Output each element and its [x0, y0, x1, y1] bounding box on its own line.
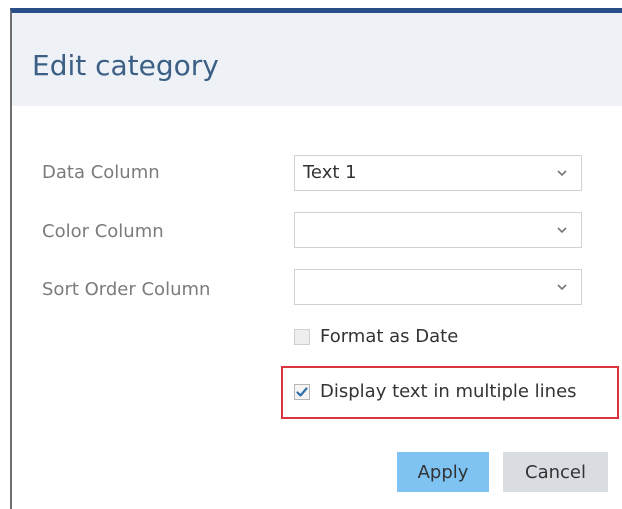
dialog-header: Edit category	[12, 13, 622, 106]
data-column-value: Text 1	[303, 162, 357, 183]
chevron-down-icon	[557, 284, 567, 291]
multiline-label: Display text in multiple lines	[320, 381, 577, 402]
apply-button[interactable]: Apply	[397, 452, 489, 492]
sort-order-column-select[interactable]	[294, 269, 582, 305]
color-column-label: Color Column	[42, 221, 164, 242]
cancel-button[interactable]: Cancel	[503, 452, 608, 492]
chevron-down-icon	[557, 170, 567, 177]
sort-order-column-label: Sort Order Column	[42, 279, 211, 300]
data-column-select[interactable]: Text 1	[294, 155, 582, 191]
color-column-select[interactable]	[294, 212, 582, 248]
multiline-checkbox[interactable]	[294, 384, 310, 400]
format-as-date-checkbox[interactable]	[294, 329, 310, 345]
checkmark-icon	[296, 387, 308, 397]
chevron-down-icon	[557, 227, 567, 234]
format-as-date-label: Format as Date	[320, 326, 459, 347]
dialog-title: Edit category	[32, 49, 219, 82]
edit-category-dialog: Edit category Data Column Text 1 Color C…	[10, 8, 622, 509]
page: Edit category Data Column Text 1 Color C…	[0, 0, 622, 509]
data-column-label: Data Column	[42, 162, 160, 183]
